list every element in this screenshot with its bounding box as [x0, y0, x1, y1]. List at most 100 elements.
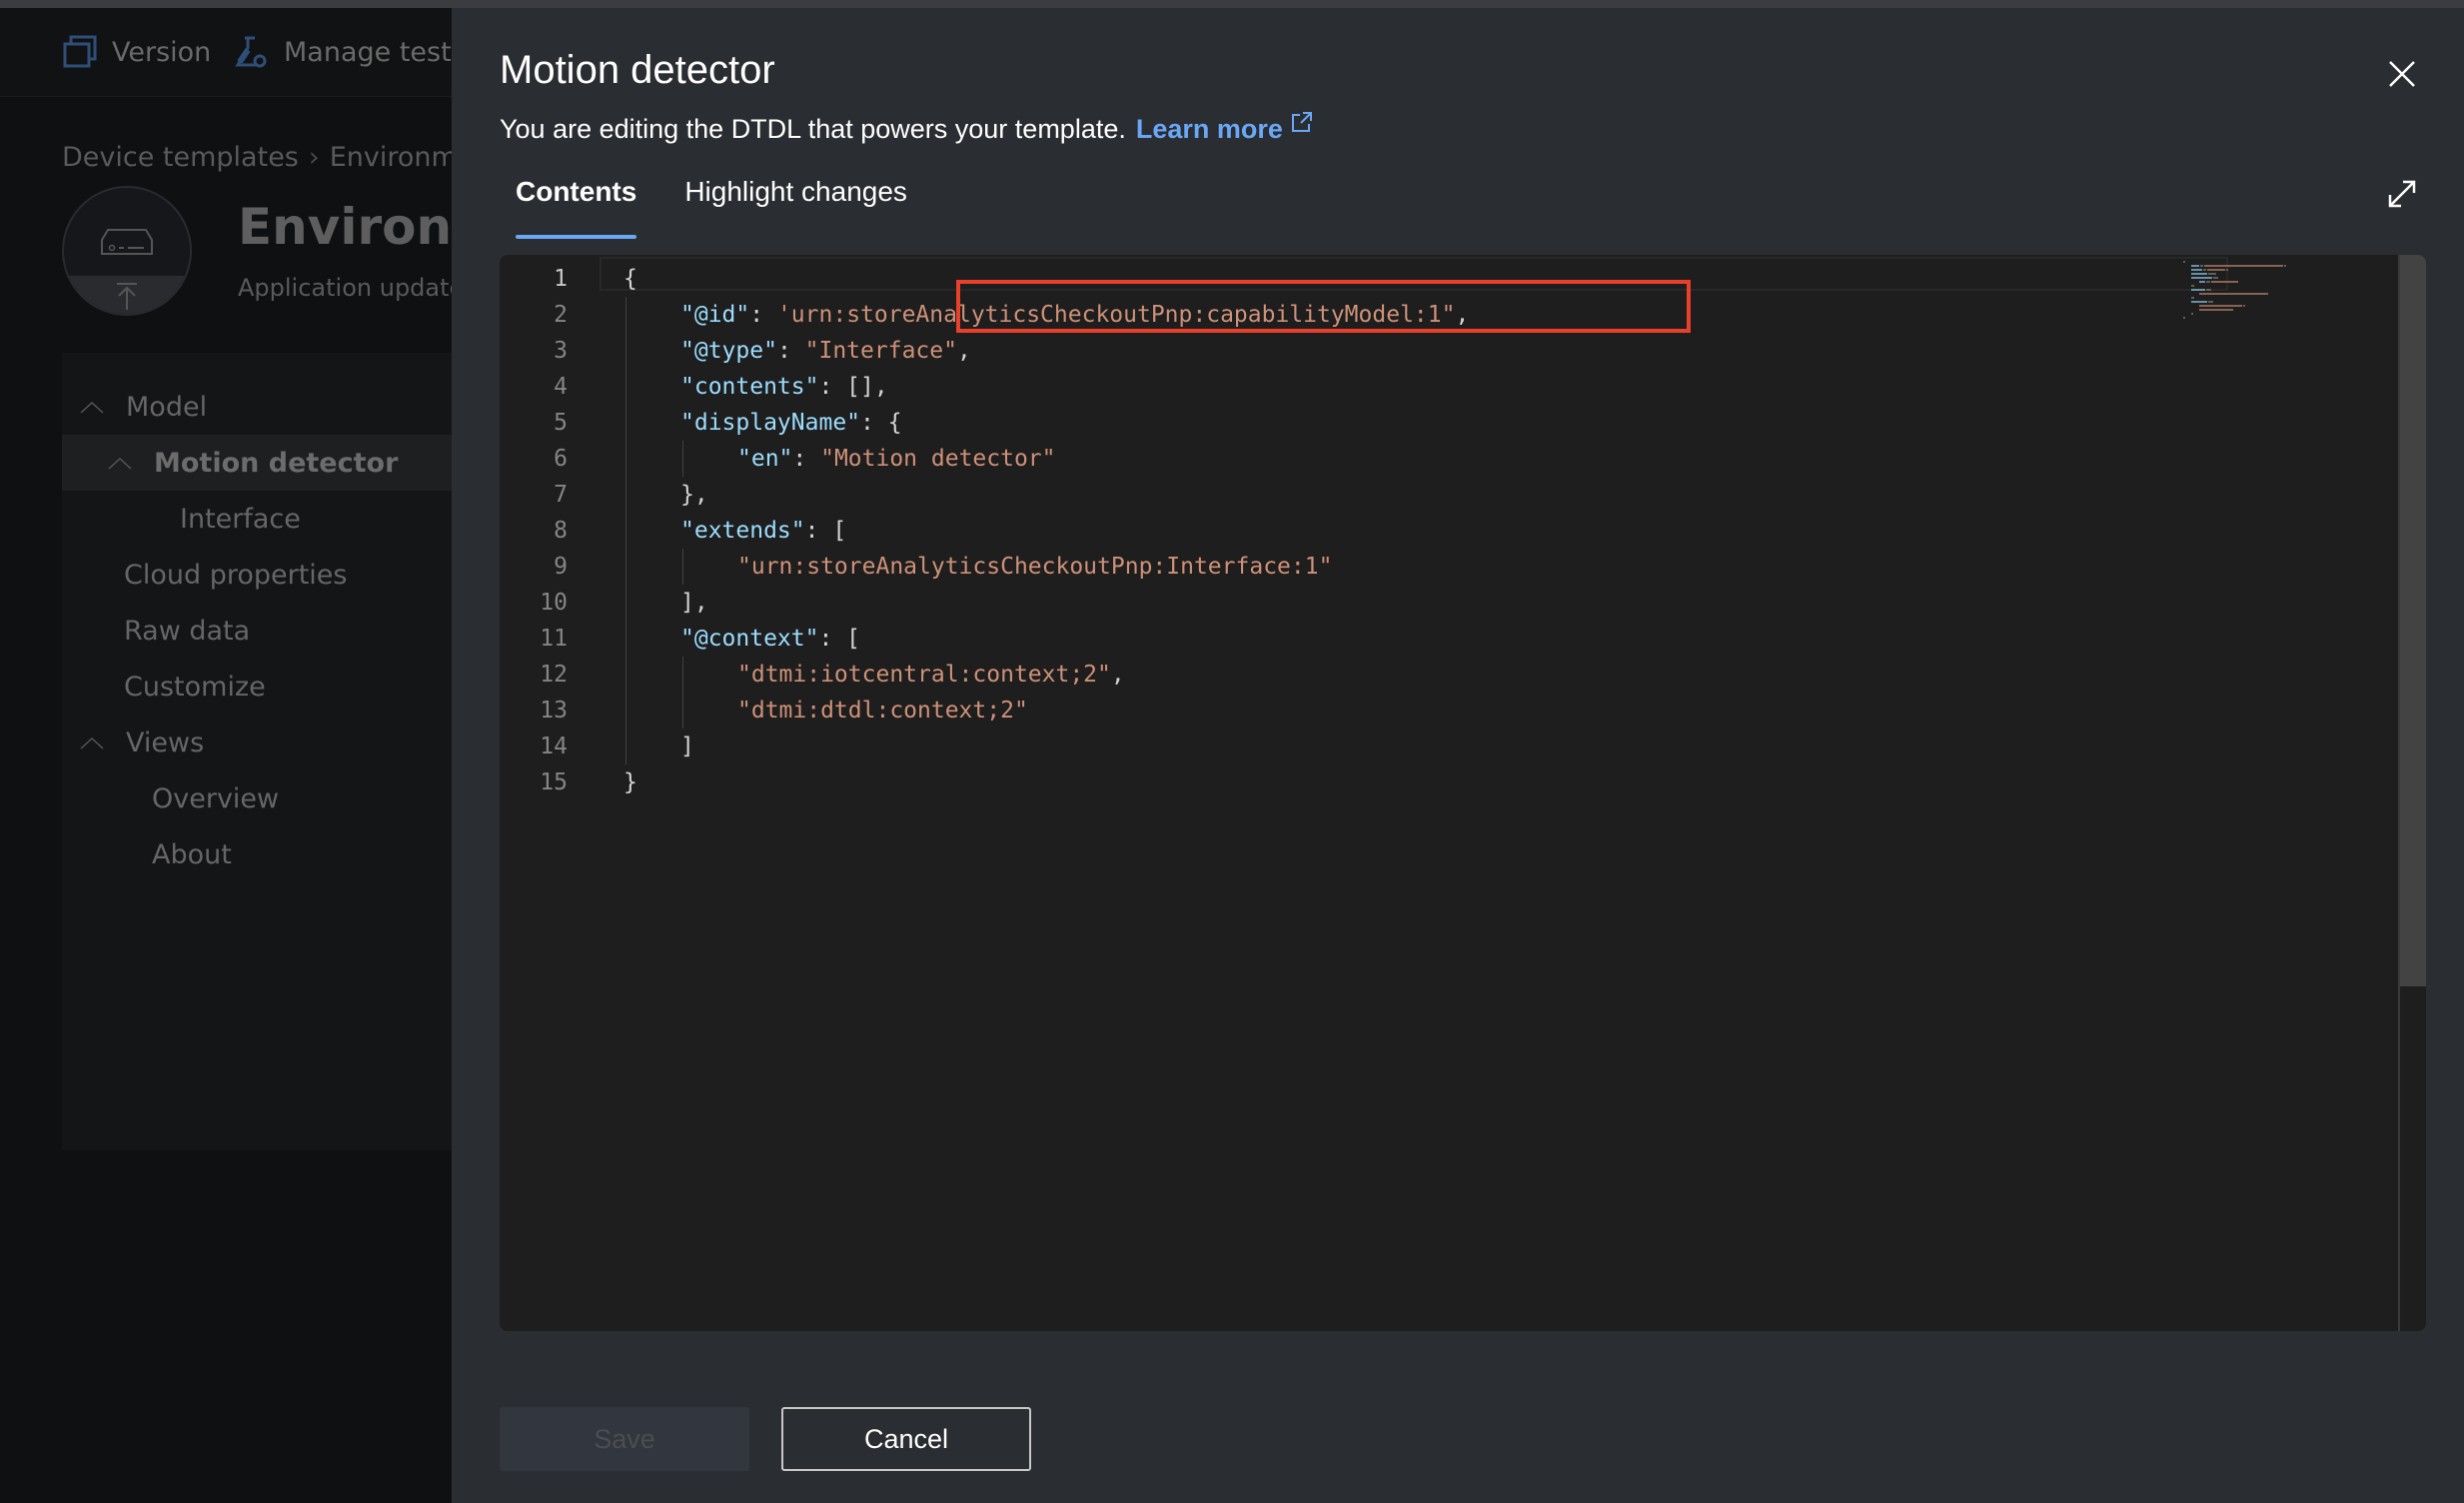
minimap-line — [2199, 305, 2243, 307]
close-icon[interactable] — [2384, 56, 2420, 92]
json-punctuation: ] — [680, 734, 694, 759]
tab-contents[interactable]: Contents — [516, 176, 637, 239]
panel-tabs: Contents Highlight changes — [516, 176, 907, 248]
minimap-line — [2199, 281, 2206, 283]
nav-item-label: Interface — [180, 503, 301, 535]
panel-subtitle: You are editing the DTDL that powers you… — [500, 111, 1313, 145]
minimap-line — [2183, 261, 2185, 263]
template-nav: Model Motion detector Interface Cloud pr… — [62, 353, 498, 1150]
nav-item-raw-data[interactable]: Raw data — [62, 603, 514, 659]
code-line[interactable]: "@context": [ — [680, 621, 860, 657]
minimap-line — [2203, 269, 2207, 271]
json-punctuation: , — [1110, 662, 1125, 688]
nav-item-label: Customize — [124, 671, 266, 703]
minimap-line — [2191, 285, 2195, 287]
code-line[interactable]: "urn:storeAnalyticsCheckoutPnp:Interface… — [737, 549, 1332, 585]
version-button[interactable]: Version — [62, 32, 211, 72]
line-number: 2 — [554, 302, 568, 328]
json-string: "Motion detector" — [820, 446, 1056, 472]
line-number: 9 — [554, 554, 568, 580]
line-number: 10 — [540, 590, 568, 616]
chevron-right-icon: › — [308, 142, 320, 173]
json-string: "urn:storeAnalyticsCheckoutPnp:Interface… — [737, 554, 1333, 580]
json-punctuation: : [ — [804, 518, 847, 544]
code-line[interactable]: ] — [680, 729, 694, 764]
minimap-line — [2191, 313, 2193, 315]
code-line[interactable]: "dtmi:iotcentral:context;2", — [737, 657, 1125, 693]
line-number: 13 — [540, 698, 568, 724]
json-punctuation: : { — [860, 410, 902, 436]
expand-icon[interactable] — [2384, 176, 2420, 212]
minimap-line — [2212, 277, 2218, 279]
minimap-line — [2191, 273, 2207, 275]
code-line[interactable]: } — [623, 764, 637, 800]
panel-subtitle-text: You are editing the DTDL that powers you… — [500, 114, 1126, 144]
code-line[interactable]: "en": "Motion detector" — [737, 441, 1056, 477]
minimap-line — [2183, 317, 2185, 319]
nav-item-label: Views — [126, 727, 205, 758]
external-link-icon[interactable] — [1291, 111, 1313, 133]
json-punctuation: : — [776, 338, 805, 364]
nav-item-cloud-properties[interactable]: Cloud properties — [62, 547, 514, 603]
minimap-line — [2207, 269, 2225, 271]
version-label: Version — [112, 36, 212, 68]
minimap-line — [2191, 269, 2203, 271]
json-string: "dtmi:iotcentral:context;2" — [737, 662, 1111, 688]
indent-guide — [682, 549, 683, 585]
nav-item-label: Motion detector — [154, 447, 399, 479]
nav-item-label: About — [152, 838, 232, 870]
nav-item-views[interactable]: Views — [62, 715, 470, 770]
window-top-strip — [0, 0, 2464, 8]
code-line[interactable]: "displayName": { — [680, 405, 902, 441]
line-number: 4 — [554, 374, 568, 400]
code-line[interactable]: "@type": "Interface", — [680, 333, 971, 369]
scrollbar-thumb[interactable] — [2400, 255, 2426, 987]
minimap-line — [2283, 265, 2286, 267]
line-number: 15 — [540, 769, 568, 795]
line-number-gutter: 1 2 3 4 5 6 7 8 9 10 11 12 13 14 15 — [500, 255, 600, 1331]
code-line[interactable]: }, — [680, 477, 708, 513]
json-key: "@type" — [680, 338, 777, 364]
json-punctuation: } — [623, 769, 637, 795]
nav-item-customize[interactable]: Customize — [62, 659, 514, 715]
vertical-scrollbar[interactable] — [2398, 255, 2426, 1331]
code-line[interactable]: "extends": [ — [680, 513, 846, 549]
minimap-line — [2191, 265, 2199, 267]
device-template-avatar — [62, 186, 192, 316]
nav-item-model[interactable]: Model — [62, 379, 470, 435]
save-button[interactable]: Save — [500, 1407, 749, 1471]
code-line[interactable]: ], — [680, 585, 708, 621]
code-line[interactable]: "contents": [], — [680, 369, 888, 405]
tab-highlight-changes[interactable]: Highlight changes — [684, 176, 907, 236]
json-punctuation: ], — [680, 590, 708, 616]
line-number: 12 — [540, 662, 568, 688]
minimap-line — [2204, 265, 2283, 267]
panel-title: Motion detector — [500, 48, 775, 92]
minimap-line — [2199, 293, 2268, 295]
json-key: "@id" — [680, 302, 750, 328]
line-number: 14 — [540, 734, 568, 759]
minimap-line — [2226, 269, 2228, 271]
minimap-line — [2208, 301, 2213, 303]
minimap-line — [2191, 301, 2207, 303]
code-line[interactable]: { — [623, 261, 637, 297]
nav-item-label: Overview — [152, 782, 280, 814]
breadcrumb-device-templates[interactable]: Device templates — [62, 142, 299, 173]
line-number: 7 — [554, 482, 568, 508]
minimap-line — [2199, 309, 2233, 311]
json-punctuation: : [], — [818, 374, 888, 400]
code-minimap[interactable] — [2173, 255, 2323, 355]
nav-item-label: Model — [126, 391, 208, 423]
nav-item-motion-detector[interactable]: Motion detector — [62, 435, 498, 491]
json-key: "@context" — [680, 626, 819, 652]
json-key: "en" — [737, 446, 793, 472]
nav-item-label: Raw data — [124, 615, 251, 647]
cancel-button[interactable]: Cancel — [781, 1407, 1031, 1471]
learn-more-link[interactable]: Learn more — [1136, 114, 1283, 145]
code-line[interactable]: "dtmi:dtdl:context;2" — [737, 693, 1028, 729]
code-content[interactable]: {"@id": 'urn:storeAnalyticsCheckoutPnp:c… — [623, 255, 2426, 1331]
json-key: "contents" — [680, 374, 819, 400]
json-string: "Interface" — [804, 338, 957, 364]
minimap-line — [2206, 281, 2210, 283]
code-editor[interactable]: 1 2 3 4 5 6 7 8 9 10 11 12 13 14 15 {"@id": 'urn:store… — [500, 255, 2426, 1331]
